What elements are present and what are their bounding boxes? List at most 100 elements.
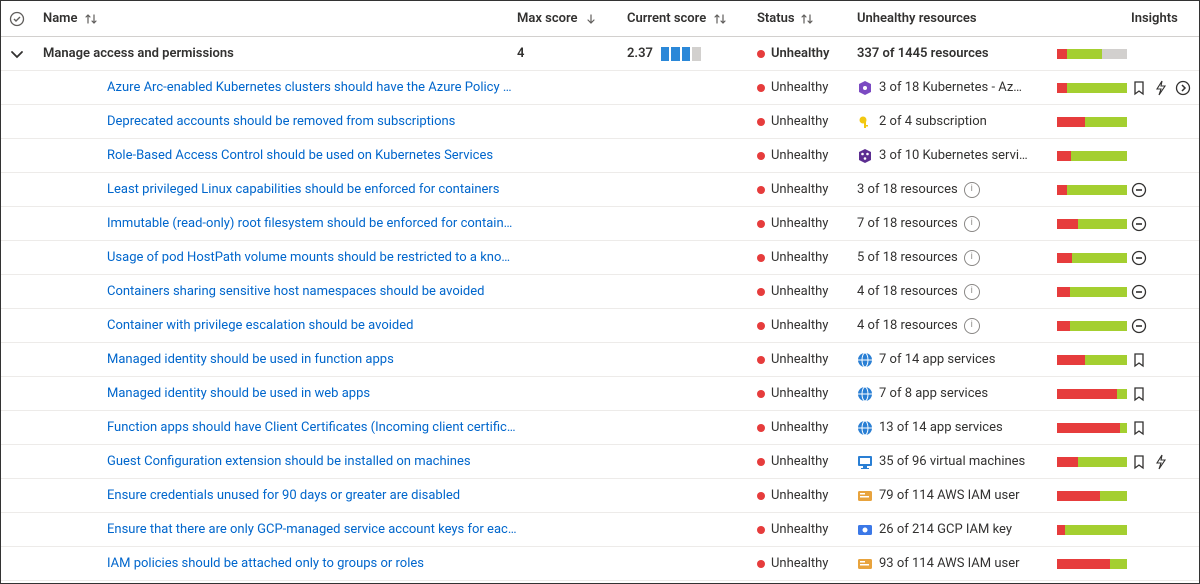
bookmark-icon[interactable]	[1131, 80, 1147, 96]
table-row[interactable]: Deprecated accounts should be removed fr…	[1, 105, 1199, 139]
resource-bar	[1057, 117, 1127, 127]
key-icon	[857, 114, 873, 130]
status-text: Unhealthy	[771, 352, 828, 367]
group-status: Unhealthy	[771, 46, 830, 61]
header-unhealthy[interactable]: Unhealthy resources	[857, 11, 1131, 26]
table-row[interactable]: Container with privilege escalation shou…	[1, 309, 1199, 343]
sort-icon	[85, 13, 97, 25]
header-status[interactable]: Status	[757, 11, 857, 26]
status-dot-icon	[757, 118, 765, 126]
recommendation-link[interactable]: Function apps should have Client Certifi…	[107, 420, 517, 435]
info-icon[interactable]: i	[964, 250, 980, 266]
header-curr-label: Current score	[627, 11, 706, 26]
table-row[interactable]: Ensure credentials unused for 90 days or…	[1, 479, 1199, 513]
recommendation-link[interactable]: Containers sharing sensitive host namesp…	[107, 284, 484, 299]
unhealthy-text: 4 of 18 resources	[857, 318, 958, 333]
resource-bar	[1057, 457, 1127, 467]
status-text: Unhealthy	[771, 556, 828, 571]
kube-cluster-icon	[857, 148, 873, 164]
unhealthy-text: 79 of 114 AWS IAM user	[879, 488, 1020, 503]
resource-bar	[1057, 423, 1127, 433]
status-text: Unhealthy	[771, 318, 828, 333]
table-row[interactable]: Azure Arc-enabled Kubernetes clusters sh…	[1, 71, 1199, 105]
recommendation-link[interactable]: Managed identity should be used in web a…	[107, 386, 370, 401]
resource-bar	[1057, 389, 1127, 399]
minus-icon[interactable]	[1131, 250, 1147, 266]
open-icon[interactable]	[1175, 80, 1191, 96]
recommendation-link[interactable]: Least privileged Linux capabilities shou…	[107, 182, 500, 197]
recommendation-link[interactable]: Immutable (read-only) root filesystem sh…	[107, 216, 517, 231]
resource-bar	[1057, 151, 1127, 161]
recommendation-link[interactable]: IAM policies should be attached only to …	[107, 556, 424, 571]
table-row[interactable]: Usage of pod HostPath volume mounts shou…	[1, 241, 1199, 275]
status-dot-icon	[757, 492, 765, 500]
resource-bar	[1057, 287, 1127, 297]
bookmark-icon[interactable]	[1131, 386, 1147, 402]
table-row[interactable]: Function apps should have Client Certifi…	[1, 411, 1199, 445]
unhealthy-text: 13 of 14 app services	[879, 420, 1003, 435]
recommendation-link[interactable]: Usage of pod HostPath volume mounts shou…	[107, 250, 517, 265]
resource-bar	[1057, 559, 1127, 569]
recommendation-link[interactable]: Managed identity should be used in funct…	[107, 352, 394, 367]
status-text: Unhealthy	[771, 386, 828, 401]
table-row[interactable]: Managed identity should be used in web a…	[1, 377, 1199, 411]
header-max-score[interactable]: Max score	[517, 11, 627, 26]
group-title: Manage access and permissions	[43, 46, 234, 61]
header-current-score[interactable]: Current score	[627, 11, 757, 26]
table-row[interactable]: Managed identity should be used in funct…	[1, 343, 1199, 377]
header-insights-label: Insights	[1131, 11, 1178, 26]
info-icon[interactable]: i	[964, 182, 980, 198]
recommendation-link[interactable]: Role-Based Access Control should be used…	[107, 148, 493, 163]
bookmark-icon[interactable]	[1131, 420, 1147, 436]
status-dot-icon	[757, 288, 765, 296]
status-text: Unhealthy	[771, 182, 828, 197]
unhealthy-text: 7 of 8 app services	[879, 386, 988, 401]
minus-icon[interactable]	[1131, 182, 1147, 198]
bookmark-icon[interactable]	[1131, 352, 1147, 368]
flash-icon[interactable]	[1153, 80, 1169, 96]
resource-bar	[1057, 83, 1127, 93]
header-name-label: Name	[43, 11, 77, 26]
info-icon[interactable]: i	[964, 216, 980, 232]
status-dot-icon	[757, 424, 765, 432]
info-icon[interactable]: i	[964, 318, 980, 334]
globe-icon	[857, 420, 873, 436]
resource-bar	[1057, 219, 1127, 229]
recommendation-link[interactable]: Ensure credentials unused for 90 days or…	[107, 488, 460, 503]
table-row[interactable]: Ensure that there are only GCP-managed s…	[1, 513, 1199, 547]
status-dot-icon	[757, 390, 765, 398]
info-icon[interactable]: i	[964, 284, 980, 300]
unhealthy-text: 2 of 4 subscription	[879, 114, 987, 129]
recommendation-link[interactable]: Container with privilege escalation shou…	[107, 318, 413, 333]
table-row[interactable]: Role-Based Access Control should be used…	[1, 139, 1199, 173]
sort-icon	[801, 13, 813, 25]
sort-down-icon	[585, 13, 597, 25]
recommendation-link[interactable]: Guest Configuration extension should be …	[107, 454, 471, 469]
table-row[interactable]: Least privileged Linux capabilities shou…	[1, 173, 1199, 207]
flash-icon[interactable]	[1153, 454, 1169, 470]
minus-icon[interactable]	[1131, 216, 1147, 232]
bookmark-icon[interactable]	[1131, 454, 1147, 470]
resource-bar	[1057, 321, 1127, 331]
table-row[interactable]: Immutable (read-only) root filesystem sh…	[1, 207, 1199, 241]
select-all[interactable]	[9, 11, 43, 27]
group-row[interactable]: Manage access and permissions 4 2.37 Unh…	[1, 37, 1199, 71]
header-name[interactable]: Name	[43, 11, 517, 26]
minus-icon[interactable]	[1131, 284, 1147, 300]
recommendation-link[interactable]: Azure Arc-enabled Kubernetes clusters sh…	[107, 80, 517, 95]
table-row[interactable]: Guest Configuration extension should be …	[1, 445, 1199, 479]
status-text: Unhealthy	[771, 216, 828, 231]
status-text: Unhealthy	[771, 420, 828, 435]
unhealthy-text: 5 of 18 resources	[857, 250, 958, 265]
table-header: Name Max score Current score Status Unhe…	[1, 1, 1199, 37]
unhealthy-text: 4 of 18 resources	[857, 284, 958, 299]
status-text: Unhealthy	[771, 148, 828, 163]
status-dot-icon	[757, 84, 765, 92]
minus-icon[interactable]	[1131, 318, 1147, 334]
recommendation-link[interactable]: Deprecated accounts should be removed fr…	[107, 114, 455, 129]
resource-bar	[1057, 49, 1127, 59]
recommendation-link[interactable]: Ensure that there are only GCP-managed s…	[107, 522, 517, 537]
table-row[interactable]: IAM policies should be attached only to …	[1, 547, 1199, 581]
status-dot-icon	[757, 322, 765, 330]
table-row[interactable]: Containers sharing sensitive host namesp…	[1, 275, 1199, 309]
